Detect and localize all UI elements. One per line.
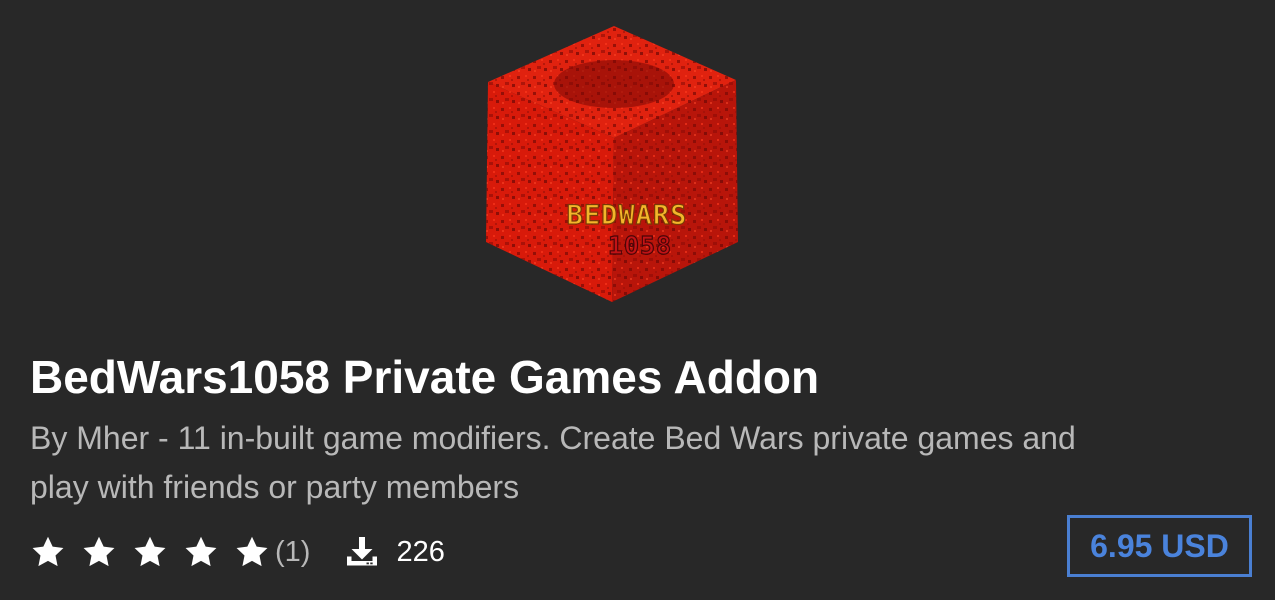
bedwars-cube-icon: BEDWARS 1058 (486, 26, 738, 302)
addon-title[interactable]: BedWars1058 Private Games Addon (30, 347, 819, 407)
star-icon (30, 534, 66, 570)
star-rating (30, 534, 285, 570)
download-count: 226 (396, 535, 445, 568)
star-icon (132, 534, 168, 570)
addon-thumbnail[interactable]: BEDWARS 1058 (484, 26, 744, 302)
download-icon (344, 534, 380, 570)
cube-logo-text: BEDWARS (567, 200, 688, 231)
price-button[interactable]: 6.95 USD (1067, 515, 1252, 577)
star-icon (183, 534, 219, 570)
addon-description: By Mher - 11 in-built game modifiers. Cr… (30, 420, 1076, 505)
rating-count: (1) (275, 535, 311, 568)
addon-meta: (1) 226 (30, 528, 445, 576)
star-icon (234, 534, 270, 570)
star-icon (81, 534, 117, 570)
cube-logo-number: 1058 (608, 231, 672, 260)
